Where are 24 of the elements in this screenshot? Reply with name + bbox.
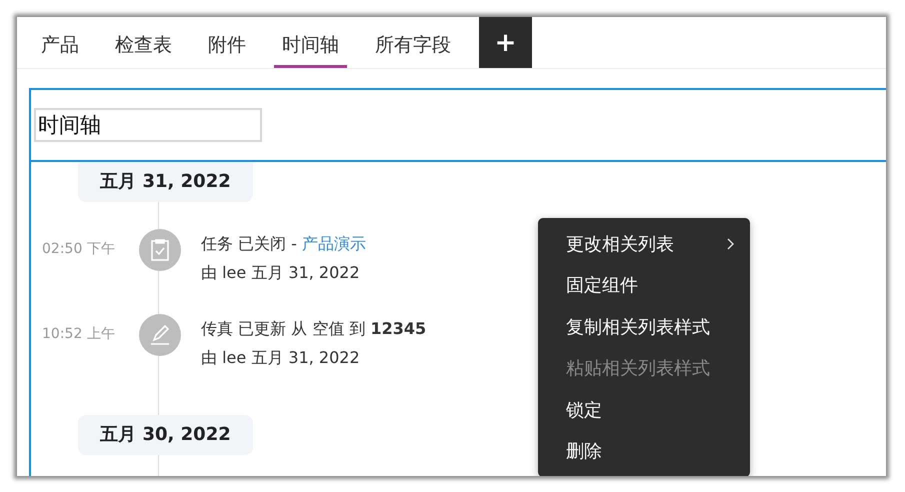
tab[interactable]: 产品 bbox=[41, 17, 79, 68]
menu-item[interactable]: 固定组件 bbox=[538, 264, 750, 306]
title-field[interactable]: 时间轴 bbox=[34, 108, 262, 142]
date-chip: 五月 31, 2022 bbox=[78, 162, 253, 202]
add-tab-button[interactable]: + bbox=[479, 17, 532, 68]
clipboard-check-icon bbox=[139, 229, 181, 271]
entry-description: 传真 已更新 从 空值 到 12345 bbox=[201, 319, 426, 338]
date-chip: 五月 30, 2022 bbox=[78, 415, 253, 455]
tab[interactable]: 时间轴 bbox=[274, 17, 347, 68]
menu-item[interactable]: 删除 bbox=[538, 430, 750, 472]
entry-byline: 由 lee 五月 31, 2022 bbox=[201, 262, 361, 284]
chevron-right-icon bbox=[726, 238, 734, 250]
tab[interactable]: 所有字段 bbox=[375, 17, 451, 68]
record-link[interactable]: 产品演示 bbox=[302, 234, 366, 253]
entry-time: 10:52 上午 bbox=[42, 325, 116, 343]
entry-time: 02:50 下午 bbox=[42, 240, 116, 258]
entry-description: 任务 已关闭 - bbox=[201, 234, 298, 253]
menu-item[interactable]: 更改相关列表 bbox=[538, 223, 750, 264]
tab[interactable]: 检查表 bbox=[115, 17, 172, 68]
tab[interactable]: 附件 bbox=[208, 17, 246, 68]
menu-item[interactable]: 复制相关列表样式 bbox=[538, 306, 750, 348]
pencil-icon bbox=[139, 314, 181, 356]
entry-byline: 由 lee 五月 31, 2022 bbox=[201, 347, 361, 369]
menu-item[interactable]: 锁定 bbox=[538, 389, 750, 430]
